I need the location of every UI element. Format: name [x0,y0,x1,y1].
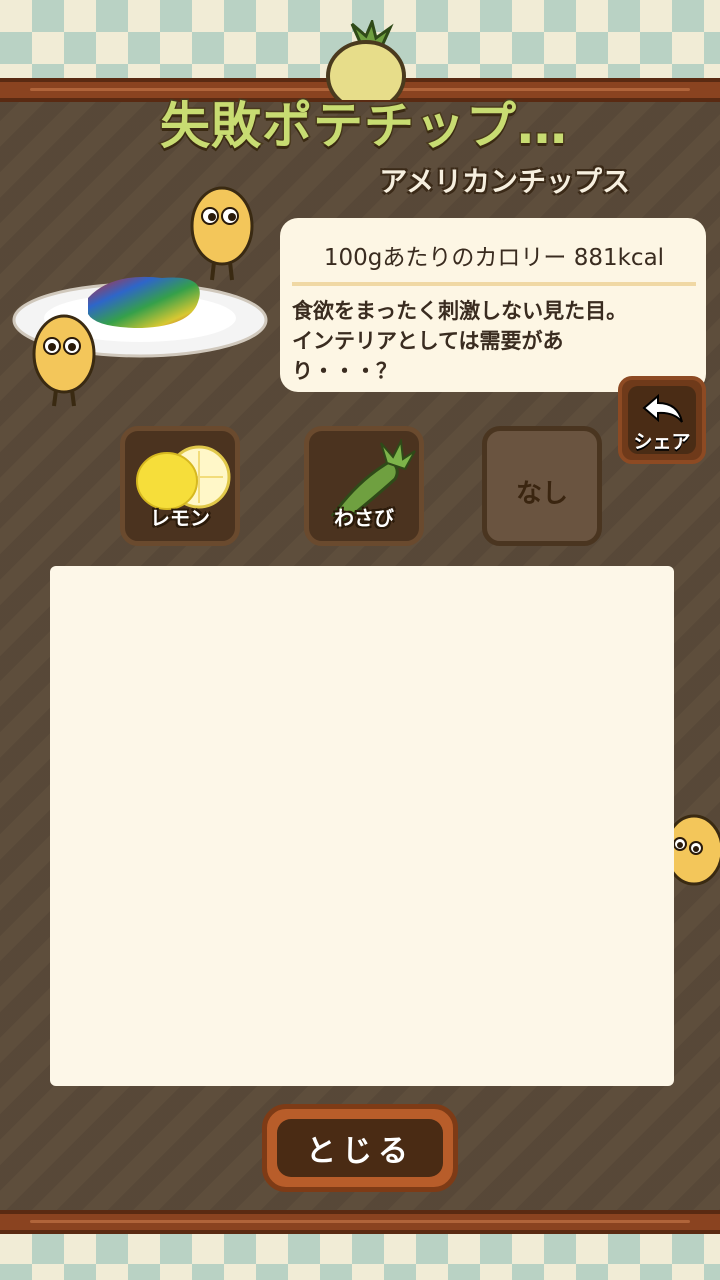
calorie-text: 100gあたりのカロリー 881kcal [292,238,696,286]
chip-description: 食欲をまったく刺激しない見た目。 インテリアとしては需要があ り・・・？ [292,299,628,383]
potato-character-icon [32,314,96,407]
bottom-tile-pattern [0,1232,720,1280]
page-title: 失敗ポテチップ… [159,96,569,157]
topping-none-label: なし [515,479,568,509]
content-area [50,566,674,1086]
topping-lemon-button[interactable]: レモン [120,426,240,546]
topping-lemon-label: レモン [150,506,210,530]
close-label: とじる [277,1119,443,1177]
topping-wasabi-label: わさび [334,506,394,530]
chip-name: アメリカンチップス [379,165,630,198]
share-button[interactable]: シェア [618,376,706,464]
bottom-rail [0,1210,720,1234]
close-button[interactable]: とじる [262,1104,458,1192]
topping-none-button[interactable]: なし [482,426,602,546]
chip-info-card: 100gあたりのカロリー 881kcal 食欲をまったく刺激しない見た目。 イン… [280,218,706,392]
topping-wasabi-button[interactable]: わさび [304,426,424,546]
share-arrow-icon [642,393,683,423]
share-label: シェア [633,431,691,453]
